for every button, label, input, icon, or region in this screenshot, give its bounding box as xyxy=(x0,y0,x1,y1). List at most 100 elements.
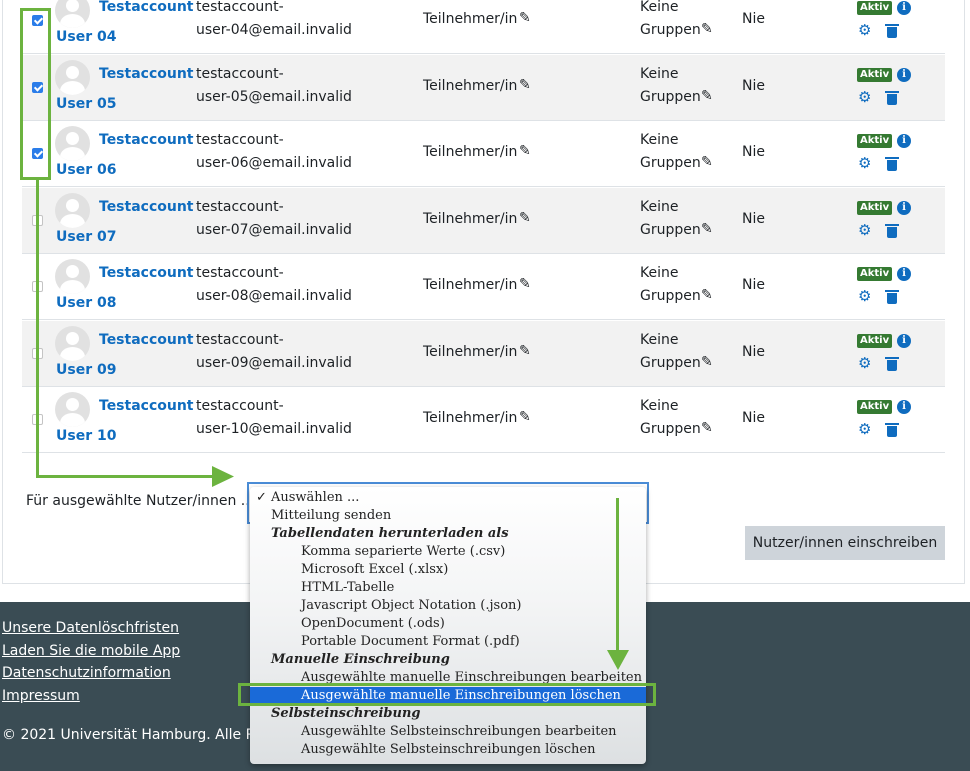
last-access-value: Nie xyxy=(742,11,765,27)
edit-role-pencil-icon[interactable]: ✎ xyxy=(519,77,531,93)
trash-icon[interactable] xyxy=(885,224,899,238)
user-firstname-link[interactable]: Testaccount xyxy=(99,66,194,82)
role-label: Teilnehmer/in xyxy=(423,78,518,94)
enrolment-info-icon[interactable]: i xyxy=(897,400,911,414)
table-row: Testaccount User 07 testaccount- user-07… xyxy=(22,188,945,254)
edit-role-pencil-icon[interactable]: ✎ xyxy=(519,210,531,226)
enrolment-info-icon[interactable]: i xyxy=(897,201,911,215)
groups-line-1: Keine xyxy=(640,66,679,82)
enrolment-info-icon[interactable]: i xyxy=(897,1,911,15)
dropdown-option[interactable]: Javascript Object Notation (.json) xyxy=(301,597,521,615)
edit-groups-pencil-icon[interactable]: ✎ xyxy=(701,21,713,37)
user-firstname-link[interactable]: Testaccount xyxy=(99,398,194,414)
dropdown-option[interactable]: HTML-Tabelle xyxy=(301,579,394,597)
edit-groups-pencil-icon[interactable]: ✎ xyxy=(701,287,713,303)
last-access-value: Nie xyxy=(742,211,765,227)
footer-link-deletion-periods[interactable]: Unsere Datenlöschfristen xyxy=(2,620,179,636)
gear-icon[interactable]: ⚙ xyxy=(858,156,871,171)
user-firstname-link[interactable]: Testaccount xyxy=(99,132,194,148)
dropdown-option[interactable]: OpenDocument (.ods) xyxy=(301,615,445,633)
user-lastname-link[interactable]: User 10 xyxy=(56,428,116,444)
user-firstname-link[interactable]: Testaccount xyxy=(99,265,194,281)
avatar[interactable] xyxy=(55,326,90,361)
bulk-action-dropdown-list[interactable]: ✓ Auswählen ... Mitteilung senden Tabelle… xyxy=(250,487,646,764)
dropdown-option-choose[interactable]: Auswählen ... xyxy=(271,489,359,507)
annotation-arrow-line-down xyxy=(616,498,619,652)
email-line-2: user-04@email.invalid xyxy=(196,22,352,38)
trash-icon[interactable] xyxy=(885,423,899,437)
gear-icon[interactable]: ⚙ xyxy=(858,422,871,437)
email-line-2: user-06@email.invalid xyxy=(196,155,352,171)
email-line-2: user-08@email.invalid xyxy=(196,288,352,304)
dropdown-option[interactable]: Microsoft Excel (.xlsx) xyxy=(301,561,448,579)
table-row: Testaccount User 06 testaccount- user-06… xyxy=(22,121,945,187)
gear-icon[interactable]: ⚙ xyxy=(858,23,871,38)
user-firstname-link[interactable]: Testaccount xyxy=(99,199,194,215)
edit-role-pencil-icon[interactable]: ✎ xyxy=(519,143,531,159)
avatar[interactable] xyxy=(55,392,90,427)
trash-icon[interactable] xyxy=(885,91,899,105)
edit-role-pencil-icon[interactable]: ✎ xyxy=(519,343,531,359)
user-firstname-link[interactable]: Testaccount xyxy=(99,0,194,15)
email-line-2: user-09@email.invalid xyxy=(196,355,352,371)
groups-line-2: Gruppen xyxy=(640,89,701,105)
avatar[interactable] xyxy=(55,259,90,294)
trash-icon[interactable] xyxy=(885,24,899,38)
dropdown-option[interactable]: Komma separierte Werte (.csv) xyxy=(301,543,505,561)
email-line-1: testaccount- xyxy=(196,398,284,414)
enrolment-info-icon[interactable]: i xyxy=(897,134,911,148)
trash-icon[interactable] xyxy=(885,157,899,171)
annotation-arrow-down-icon xyxy=(607,650,629,670)
gear-icon[interactable]: ⚙ xyxy=(858,90,871,105)
enrolment-info-icon[interactable]: i xyxy=(897,68,911,82)
edit-role-pencil-icon[interactable]: ✎ xyxy=(519,409,531,425)
user-lastname-link[interactable]: User 05 xyxy=(56,96,116,112)
avatar[interactable] xyxy=(55,60,90,95)
groups-line-1: Keine xyxy=(640,265,679,281)
role-label: Teilnehmer/in xyxy=(423,277,518,293)
user-firstname-link[interactable]: Testaccount xyxy=(99,332,194,348)
dropdown-option[interactable]: Ausgewählte Selbsteinschreibungen bearbe… xyxy=(301,723,617,741)
footer-link-imprint[interactable]: Impressum xyxy=(2,688,80,704)
email-line-2: user-10@email.invalid xyxy=(196,421,352,437)
email-line-2: user-05@email.invalid xyxy=(196,89,352,105)
edit-role-pencil-icon[interactable]: ✎ xyxy=(519,10,531,26)
footer-link-privacy[interactable]: Datenschutzinformation xyxy=(2,665,171,681)
trash-icon[interactable] xyxy=(885,290,899,304)
user-lastname-link[interactable]: User 06 xyxy=(56,162,116,178)
edit-groups-pencil-icon[interactable]: ✎ xyxy=(701,154,713,170)
edit-role-pencil-icon[interactable]: ✎ xyxy=(519,276,531,292)
user-lastname-link[interactable]: User 04 xyxy=(56,29,116,45)
enrol-users-button[interactable]: Nutzer/innen einschreiben xyxy=(745,526,945,560)
edit-groups-pencil-icon[interactable]: ✎ xyxy=(701,221,713,237)
trash-icon[interactable] xyxy=(885,357,899,371)
edit-groups-pencil-icon[interactable]: ✎ xyxy=(701,420,713,436)
dropdown-optgroup-label: Tabellendaten herunterladen als xyxy=(271,526,509,541)
user-lastname-link[interactable]: User 07 xyxy=(56,229,116,245)
email-line-2: user-07@email.invalid xyxy=(196,222,352,238)
dropdown-option[interactable]: Ausgewählte Selbsteinschreibungen lösche… xyxy=(301,741,595,759)
avatar[interactable] xyxy=(55,0,90,28)
user-lastname-link[interactable]: User 09 xyxy=(56,362,116,378)
gear-icon[interactable]: ⚙ xyxy=(858,356,871,371)
enrolment-info-icon[interactable]: i xyxy=(897,334,911,348)
role-label: Teilnehmer/in xyxy=(423,410,518,426)
last-access-value: Nie xyxy=(742,144,765,160)
enrolment-info-icon[interactable]: i xyxy=(897,267,911,281)
gear-icon[interactable]: ⚙ xyxy=(858,223,871,238)
avatar[interactable] xyxy=(55,193,90,228)
footer-link-mobile-app[interactable]: Laden Sie die mobile App xyxy=(2,643,180,659)
last-access-value: Nie xyxy=(742,78,765,94)
edit-groups-pencil-icon[interactable]: ✎ xyxy=(701,88,713,104)
status-badge: Aktiv xyxy=(857,1,893,15)
annotation-arrow-right-icon xyxy=(212,466,234,487)
groups-line-1: Keine xyxy=(640,332,679,348)
dropdown-option[interactable]: Portable Document Format (.pdf) xyxy=(301,633,520,651)
table-row: Testaccount User 05 testaccount- user-05… xyxy=(22,55,945,121)
email-line-1: testaccount- xyxy=(196,332,284,348)
user-lastname-link[interactable]: User 08 xyxy=(56,295,116,311)
avatar[interactable] xyxy=(55,126,90,161)
gear-icon[interactable]: ⚙ xyxy=(858,289,871,304)
dropdown-option[interactable]: Mitteilung senden xyxy=(271,507,391,525)
edit-groups-pencil-icon[interactable]: ✎ xyxy=(701,354,713,370)
